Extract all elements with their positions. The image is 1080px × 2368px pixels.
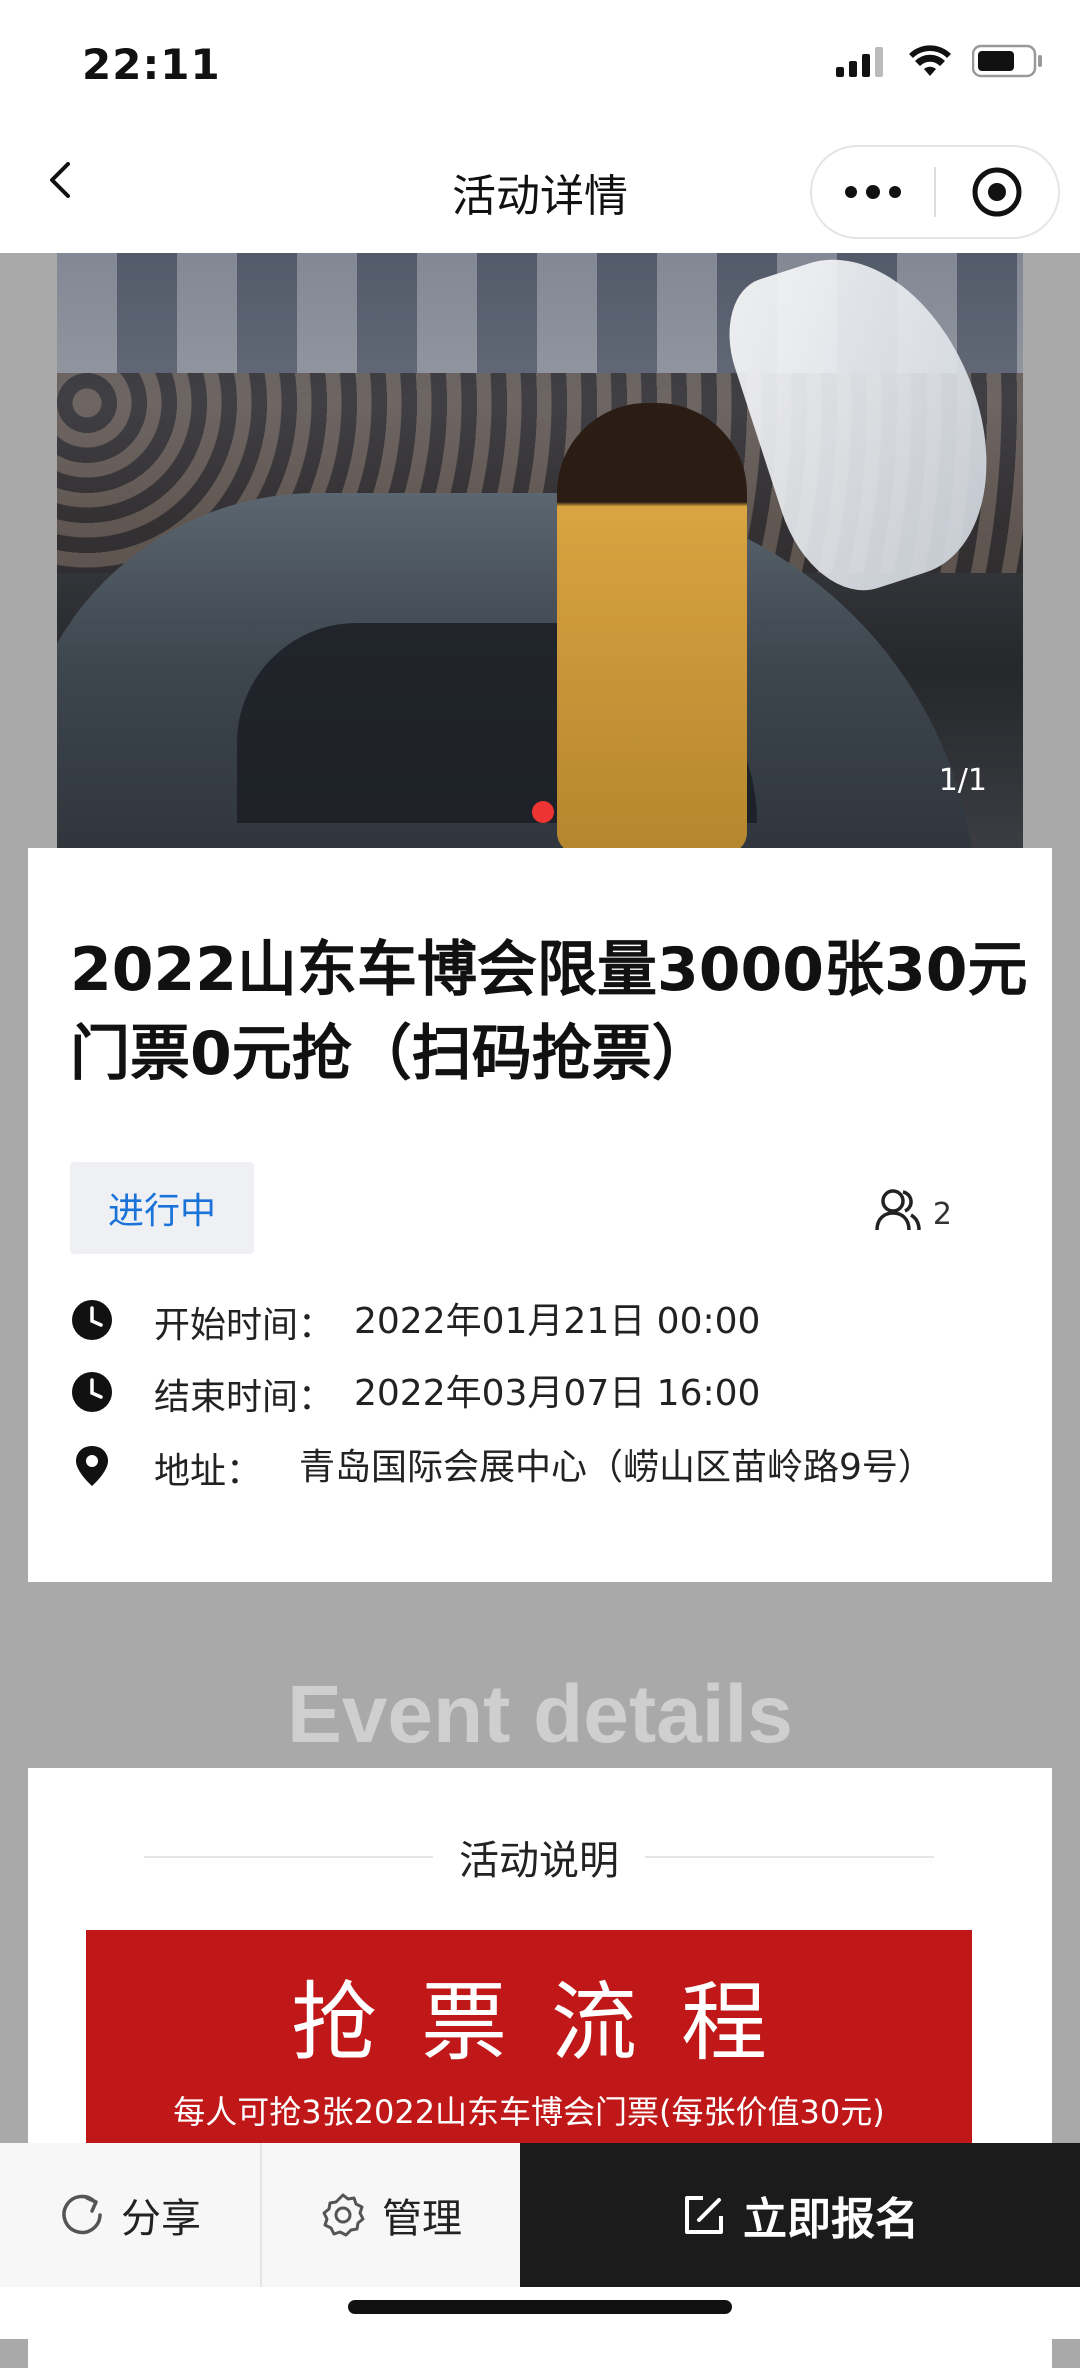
description-heading-text: 活动说明 [459,1838,619,1884]
location-pin-icon [76,1446,108,1486]
status-time: 22:11 [82,40,221,89]
carousel-counter: 1/1 [938,763,987,798]
share-button[interactable]: 分享 [0,2143,260,2287]
event-title: 2022山东车博会限量3000张30元门票0元抢（扫码抢票） [70,935,1028,1089]
signal-icon [836,47,883,77]
end-time-value: 2022年03月07日 16:00 [354,1373,761,1414]
start-time-value: 2022年01月21日 00:00 [354,1301,761,1342]
address-label: 地址： [154,1451,263,1492]
home-indicator [348,2300,732,2314]
clock-icon [72,1372,112,1412]
status-badge: 进行中 [70,1162,254,1254]
participants-count[interactable]: 2 [875,1188,952,1232]
target-icon [972,167,1022,217]
close-mini-program-button[interactable] [936,147,1058,237]
start-time-label: 开始时间： [154,1305,335,1346]
mini-program-capsule [810,145,1060,239]
battery-icon [972,44,1042,78]
divider-line [144,1856,433,1858]
wifi-icon [909,45,951,76]
event-info-card: 2022山东车博会限量3000张30元门票0元抢（扫码抢票） 进行中 2 开始时… [28,848,1052,1582]
more-button[interactable] [812,147,934,237]
banner-title: 抢票流程 [291,1973,811,2073]
status-icons [836,44,1044,78]
end-time-label: 结束时间： [154,1377,335,1418]
manage-label: 管理 [382,2196,462,2242]
participants-number: 2 [932,1197,952,1232]
banner-subtitle: 每人可抢3张2022山东车博会门票(每张价值30元) [173,2093,885,2131]
edit-icon [685,2196,723,2234]
clock-icon [72,1300,112,1340]
more-dots-icon [845,185,901,199]
end-time-row: 结束时间： 2022年03月07日 16:00 [70,1368,1014,1420]
users-icon [875,1189,921,1231]
hero-photo-model [557,403,747,848]
signup-button[interactable]: 立即报名 [520,2143,1080,2287]
description-heading: 活动说明 [144,1828,934,1886]
hero-image-carousel[interactable]: 1/1 [57,253,1023,848]
share-icon [62,2194,102,2235]
gear-icon [322,2193,365,2237]
section-heading: Event details [287,1669,793,1760]
top-bar: 22:11 活动详情 [0,0,1080,253]
share-label: 分享 [121,2196,201,2242]
address-row[interactable]: 地址： 青岛国际会展中心（崂山区苗岭路9号） [70,1442,939,1494]
carousel-indicator-dot[interactable] [532,801,554,823]
start-time-row: 开始时间： 2022年01月21日 00:00 [70,1296,1014,1348]
manage-button[interactable]: 管理 [262,2143,520,2287]
address-value: 青岛国际会展中心（崂山区苗岭路9号） [299,1447,934,1488]
divider-line [645,1856,934,1858]
signup-label: 立即报名 [743,2194,919,2245]
